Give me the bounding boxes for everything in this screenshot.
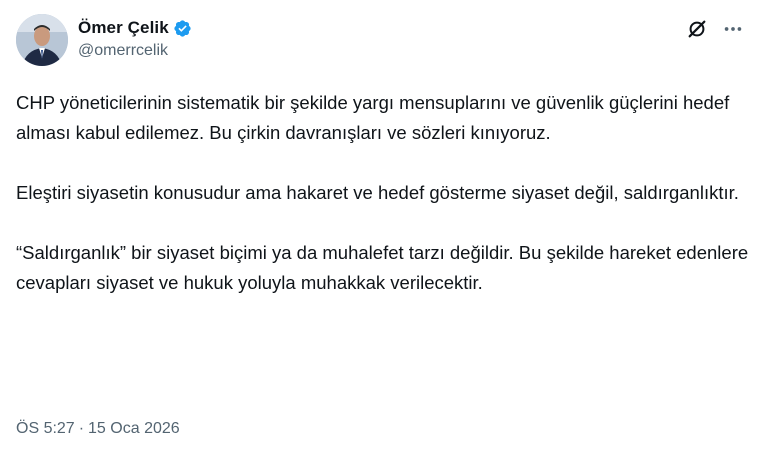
meta-separator: ·: [78, 420, 85, 437]
handle[interactable]: @omerrcelik: [78, 42, 192, 60]
tweet-paragraph: Eleştiri siyasetin konusudur ama hakaret…: [16, 182, 739, 203]
author-names: Ömer Çelik @omerrcelik: [78, 16, 192, 60]
tweet-card: Ömer Çelik @omerrcelik CHP yöneticilerin…: [0, 0, 770, 467]
display-name-row: Ömer Çelik: [78, 16, 192, 40]
tweet-date[interactable]: 15 Oca 2026: [88, 420, 180, 438]
avatar[interactable]: [16, 14, 68, 66]
tweet-paragraph: CHP yöneticilerinin sistematik bir şekil…: [16, 92, 730, 143]
verified-badge-icon: [173, 19, 192, 38]
tweet-timestamp: ÖS 5:27 · 15 Oca 2026: [16, 420, 180, 438]
tweet-paragraph: “Saldırganlık” bir siyaset biçimi ya da …: [16, 242, 749, 293]
tweet-time[interactable]: ÖS 5:27: [16, 420, 75, 438]
tweet-actions: [686, 18, 744, 40]
display-name[interactable]: Ömer Çelik: [78, 18, 169, 38]
more-icon[interactable]: [722, 18, 744, 40]
avatar-image: [16, 14, 68, 66]
tweet-header: Ömer Çelik @omerrcelik: [16, 14, 756, 70]
grok-icon[interactable]: [686, 18, 708, 40]
tweet-text: CHP yöneticilerinin sistematik bir şekil…: [16, 88, 751, 298]
